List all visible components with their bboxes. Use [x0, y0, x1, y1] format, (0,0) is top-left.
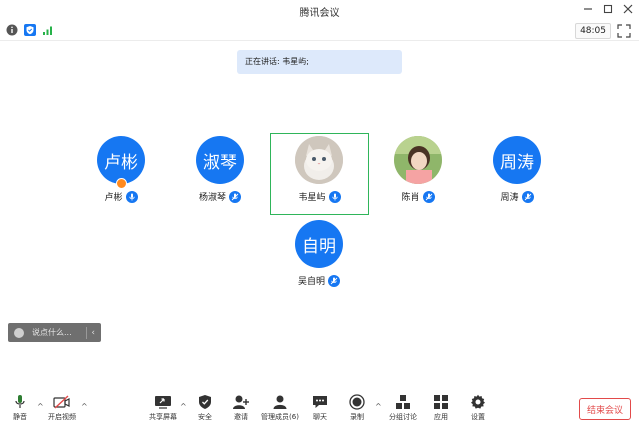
avatar: 卢彬	[97, 136, 145, 184]
speaking-banner: 正在讲话: 韦星屿;	[237, 50, 402, 74]
participant-tile[interactable]: 陈肖	[368, 134, 468, 218]
participant-tile[interactable]: 淑琴 杨淑琴	[170, 134, 270, 218]
record-icon	[348, 394, 366, 410]
bottom-toolbar: 静音 ^ 开启视频 ^ 共享屏幕 ^ 安全 邀请 管理成员(6) 聊天 录制 ^…	[0, 388, 639, 426]
chat-placeholder: 说点什么...	[32, 328, 72, 337]
chat-icon	[311, 394, 329, 410]
shield-icon[interactable]	[24, 24, 36, 36]
emoji-icon[interactable]	[14, 327, 24, 338]
info-icon[interactable]	[6, 24, 18, 36]
shield-icon	[196, 394, 214, 410]
gear-icon	[469, 394, 487, 410]
apps-button[interactable]: 应用	[421, 394, 461, 422]
start-video-button[interactable]: 开启视频	[42, 394, 82, 422]
end-meeting-button[interactable]: 结束会议	[579, 398, 631, 420]
record-button[interactable]: 录制	[337, 394, 377, 422]
minimize-icon[interactable]	[581, 2, 595, 16]
maximize-icon[interactable]	[601, 2, 615, 16]
participant-name: 卢彬	[104, 193, 123, 203]
person-avatar-image	[394, 136, 442, 184]
participant-name: 韦星屿	[298, 193, 326, 203]
avatar: 淑琴	[196, 136, 244, 184]
share-screen-icon	[154, 394, 172, 410]
breakout-button[interactable]: 分组讨论	[383, 394, 423, 422]
security-button[interactable]: 安全	[185, 394, 225, 422]
participant-name: 杨淑琴	[198, 193, 226, 203]
meeting-timer: 48:05	[575, 23, 611, 39]
mic-muted-icon	[229, 190, 241, 203]
mic-muted-icon	[422, 190, 435, 203]
mic-muted-icon	[521, 190, 534, 203]
window-title: 腾讯会议	[299, 8, 340, 19]
participant-name: 吴自明	[297, 277, 325, 287]
avatar: 自明	[295, 220, 343, 268]
divider	[86, 326, 88, 339]
apps-icon	[432, 394, 450, 410]
settings-button[interactable]: 设置	[458, 394, 498, 422]
signal-icon[interactable]	[42, 24, 54, 36]
participant-name: 陈肖	[401, 193, 420, 203]
chat-input[interactable]: 说点什么... ‹	[8, 323, 101, 342]
mic-icon	[125, 190, 138, 203]
participant-name: 周涛	[500, 193, 519, 203]
breakout-icon	[394, 394, 412, 410]
manage-members-button[interactable]: 管理成员(6)	[260, 394, 300, 422]
participant-tile[interactable]: 周涛 周涛	[467, 134, 567, 218]
mic-icon	[328, 190, 341, 203]
cat-avatar-image	[295, 136, 343, 184]
participant-tile-active[interactable]: 韦星屿	[270, 133, 369, 215]
video-off-icon	[53, 394, 71, 410]
video-options-chevron-icon[interactable]: ^	[81, 402, 88, 411]
members-icon	[271, 394, 289, 410]
microphone-icon	[11, 394, 29, 410]
participant-tile[interactable]: 自明 吴自明	[269, 218, 369, 302]
collapse-chevron-icon[interactable]: ‹	[91, 328, 95, 338]
close-icon[interactable]	[621, 2, 635, 16]
mic-muted-icon	[328, 274, 340, 287]
add-user-icon	[232, 394, 250, 410]
status-bar: 48:05	[0, 20, 639, 41]
avatar: 周涛	[493, 136, 541, 184]
fullscreen-icon[interactable]	[617, 23, 631, 38]
host-badge-icon	[116, 178, 127, 189]
title-bar: 腾讯会议	[0, 0, 639, 20]
mute-button[interactable]: 静音	[0, 394, 40, 422]
record-options-chevron-icon[interactable]: ^	[375, 402, 382, 411]
share-screen-button[interactable]: 共享屏幕	[143, 394, 183, 422]
participant-tile[interactable]: 卢彬 卢彬	[71, 134, 171, 218]
invite-button[interactable]: 邀请	[221, 394, 261, 422]
chat-button[interactable]: 聊天	[300, 394, 340, 422]
window-controls	[581, 2, 635, 16]
